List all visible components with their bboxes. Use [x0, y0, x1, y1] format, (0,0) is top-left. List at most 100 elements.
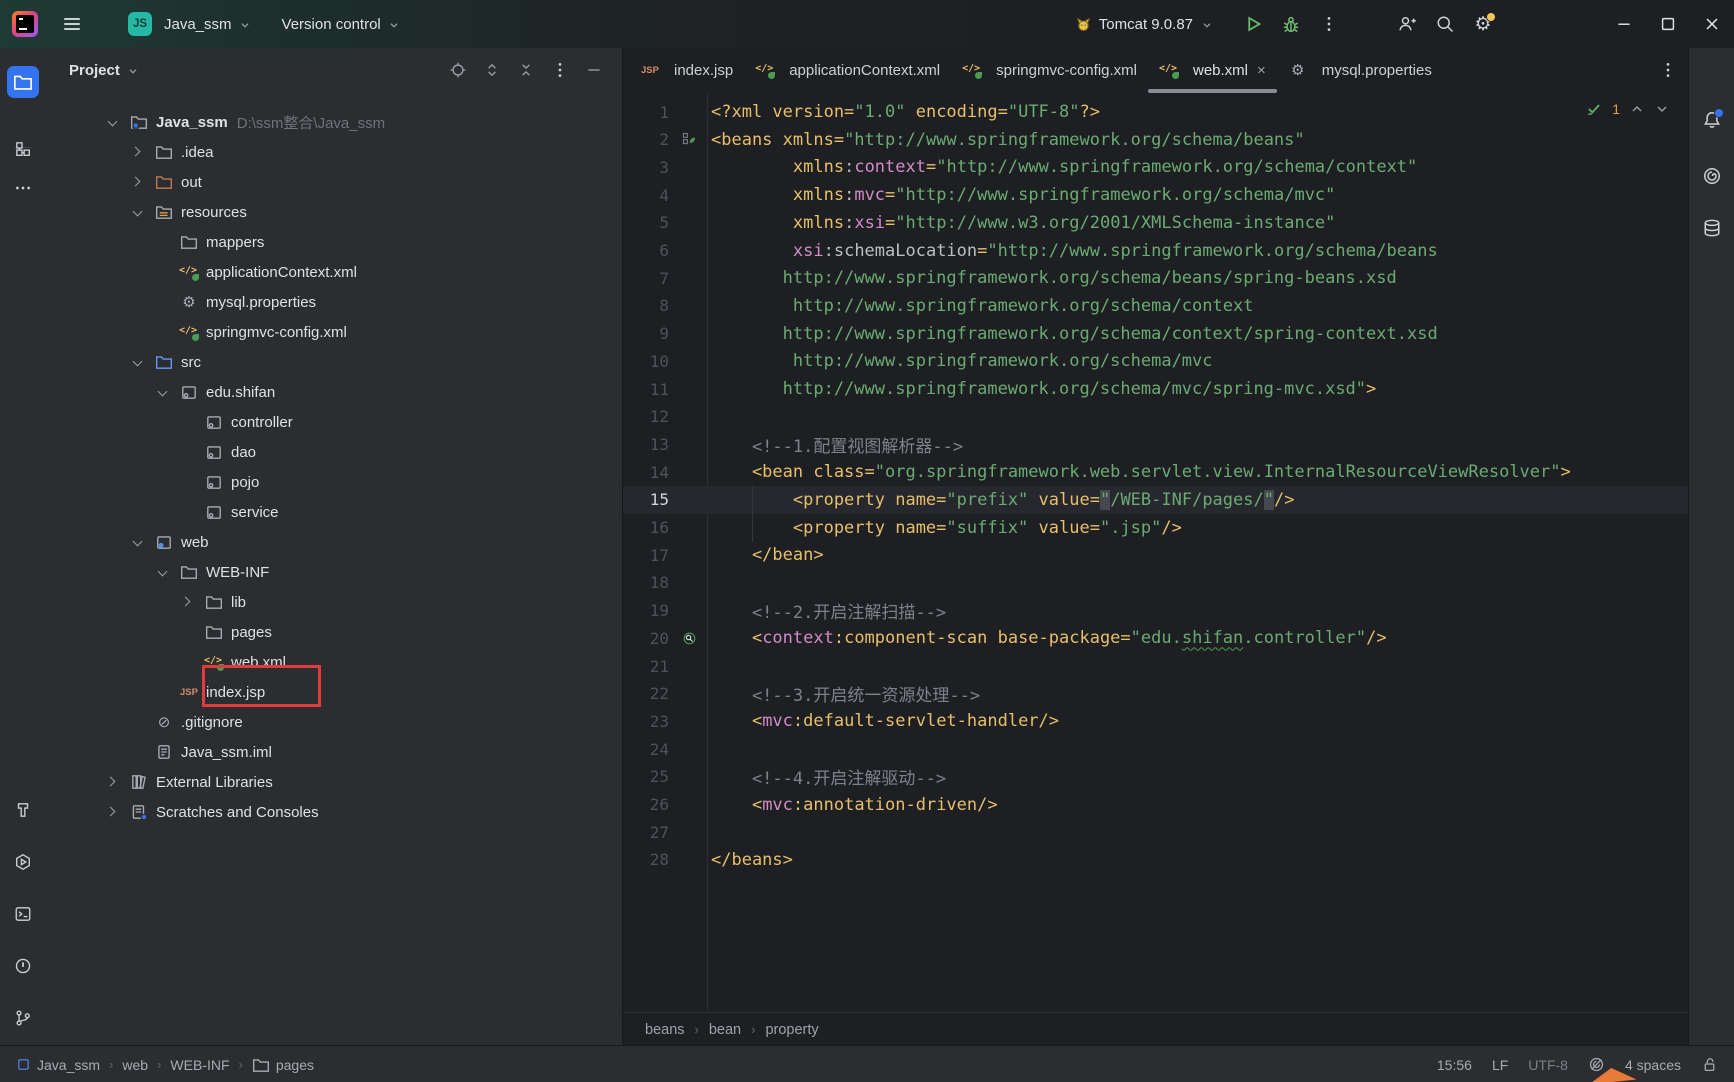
status-path-WEB-INF[interactable]: WEB-INF [170, 1057, 229, 1073]
code-line-5[interactable]: 5 xmlns:xsi="http://www.w3.org/2001/XMLS… [623, 209, 1688, 237]
tool-window-more-icon[interactable] [7, 172, 39, 204]
close-button[interactable] [1690, 0, 1734, 48]
editor-tab-mysql.properties[interactable]: ⚙mysql.properties [1277, 48, 1443, 92]
tree-item-lib[interactable]: lib [47, 587, 622, 617]
tree-item-dao[interactable]: dao [47, 437, 622, 467]
code-line-19[interactable]: 19 <!--2.开启注解扫描--> [623, 597, 1688, 625]
tool-window-services-icon[interactable] [7, 846, 39, 878]
run-icon[interactable] [1236, 7, 1270, 41]
tab-close-icon[interactable]: × [1257, 62, 1266, 79]
tree-item-pages[interactable]: pages [47, 617, 622, 647]
search-icon[interactable] [1428, 7, 1462, 41]
tree-expanded-chevron-icon[interactable] [107, 116, 119, 128]
status-path-pages[interactable]: pages [252, 1056, 314, 1074]
editor-tab-web.xml[interactable]: </> web.xml× [1148, 48, 1277, 92]
code-line-9[interactable]: 9 http://www.springframework.org/schema/… [623, 320, 1688, 348]
code-editor[interactable]: 1<?xml version="1.0" encoding="UTF-8"?> 2… [623, 92, 1688, 1012]
tree-expanded-chevron-icon[interactable] [132, 356, 144, 368]
tree-item-.gitignore[interactable]: ⊘.gitignore [47, 707, 622, 737]
tree-collapsed-chevron-icon[interactable] [107, 776, 119, 788]
tree-item-springmvc-config.xml[interactable]: </> springmvc-config.xml [47, 317, 622, 347]
code-line-11[interactable]: 11 http://www.springframework.org/schema… [623, 375, 1688, 403]
ai-assistant-icon[interactable] [1696, 160, 1728, 192]
code-line-6[interactable]: 6 xsi:schemaLocation="http://www.springf… [623, 237, 1688, 265]
notifications-icon[interactable] [1696, 104, 1728, 136]
tree-item-.idea[interactable]: .idea [47, 137, 622, 167]
tree-item-web[interactable]: web [47, 527, 622, 557]
prev-issue-icon[interactable] [1629, 101, 1645, 117]
tool-window-problems-icon[interactable] [7, 950, 39, 982]
settings-icon[interactable]: ⚙ [1466, 7, 1500, 41]
next-issue-icon[interactable] [1654, 101, 1670, 117]
tool-window-structure-icon[interactable] [7, 133, 39, 165]
database-icon[interactable] [1696, 212, 1728, 244]
tree-collapsed-chevron-icon[interactable] [132, 146, 144, 158]
debug-icon[interactable] [1274, 7, 1308, 41]
tree-item-WEB-INF[interactable]: WEB-INF [47, 557, 622, 587]
tree-item-External-Libraries[interactable]: External Libraries [47, 767, 622, 797]
tree-item-Java_ssm[interactable]: Java_ssmD:\ssm整合\Java_ssm [47, 107, 622, 137]
tree-item-controller[interactable]: controller [47, 407, 622, 437]
code-line-26[interactable]: 26 <mvc:annotation-driven/> [623, 791, 1688, 819]
code-line-18[interactable]: 18 [623, 569, 1688, 597]
tree-expanded-chevron-icon[interactable] [157, 386, 169, 398]
tab-options-icon[interactable] [1656, 58, 1680, 82]
code-line-1[interactable]: 1<?xml version="1.0" encoding="UTF-8"?> [623, 98, 1688, 126]
code-line-27[interactable]: 27 [623, 818, 1688, 846]
tool-window-build-icon[interactable] [7, 794, 39, 826]
tree-item-edu.shifan[interactable]: edu.shifan [47, 377, 622, 407]
tree-item-service[interactable]: service [47, 497, 622, 527]
vcs-widget[interactable]: Version control [274, 10, 409, 39]
project-widget[interactable]: JS Java_ssm [100, 6, 260, 42]
tree-item-resources[interactable]: resources [47, 197, 622, 227]
tree-collapsed-chevron-icon[interactable] [182, 596, 194, 608]
spring-bean-gutter-icon[interactable] [675, 132, 703, 147]
breadcrumb-bean[interactable]: bean [709, 1022, 741, 1038]
tree-item-web.xml[interactable]: </> web.xml [47, 647, 622, 677]
line-separator-widget[interactable]: LF [1492, 1057, 1508, 1073]
breadcrumb-property[interactable]: property [765, 1022, 818, 1038]
code-line-21[interactable]: 21 [623, 652, 1688, 680]
code-line-15[interactable]: 15 <property name="prefix" value="/WEB-I… [623, 486, 1688, 514]
tree-collapsed-chevron-icon[interactable] [107, 806, 119, 818]
tree-item-Java_ssm.iml[interactable]: Java_ssm.iml [47, 737, 622, 767]
tree-item-pojo[interactable]: pojo [47, 467, 622, 497]
code-line-17[interactable]: 17 </bean> [623, 541, 1688, 569]
code-line-14[interactable]: 14 <bean class="org.springframework.web.… [623, 458, 1688, 486]
lock-open-icon[interactable] [1701, 1056, 1718, 1073]
code-line-28[interactable]: 28</beans> [623, 846, 1688, 874]
tree-item-out[interactable]: out [47, 167, 622, 197]
code-line-20[interactable]: 20 <context:component-scan base-package=… [623, 624, 1688, 652]
code-line-13[interactable]: 13 <!--1.配置视图解析器--> [623, 430, 1688, 458]
inspections-widget[interactable]: 1 [1585, 100, 1670, 118]
status-path-Java_ssm[interactable]: Java_ssm [16, 1057, 100, 1073]
code-line-10[interactable]: 10 http://www.springframework.org/schema… [623, 347, 1688, 375]
tree-expanded-chevron-icon[interactable] [132, 536, 144, 548]
editor-tab-springmvc-config.xml[interactable]: </> springmvc-config.xml [951, 48, 1148, 92]
code-line-12[interactable]: 12 [623, 403, 1688, 431]
encoding-widget[interactable]: UTF-8 [1528, 1057, 1568, 1073]
tree-expanded-chevron-icon[interactable] [157, 566, 169, 578]
tool-window-terminal-icon[interactable] [7, 898, 39, 930]
code-line-3[interactable]: 3 xmlns:context="http://www.springframew… [623, 153, 1688, 181]
code-line-16[interactable]: 16 <property name="suffix" value=".jsp"/… [623, 514, 1688, 542]
tree-item-index.jsp[interactable]: JSPindex.jsp [47, 677, 622, 707]
status-path[interactable]: Java_ssm›web›WEB-INF›pages [16, 1056, 314, 1074]
code-line-24[interactable]: 24 [623, 735, 1688, 763]
status-path-web[interactable]: web [122, 1057, 148, 1073]
spring-scan-gutter-icon[interactable] [675, 631, 703, 646]
code-line-8[interactable]: 8 http://www.springframework.org/schema/… [623, 292, 1688, 320]
tree-item-applicationContext.xml[interactable]: </> applicationContext.xml [47, 257, 622, 287]
code-line-4[interactable]: 4 xmlns:mvc="http://www.springframework.… [623, 181, 1688, 209]
editor-tab-index.jsp[interactable]: JSPindex.jsp [629, 48, 744, 92]
breadcrumb-beans[interactable]: beans [645, 1022, 685, 1038]
tool-window-version-control-icon[interactable] [7, 1002, 39, 1034]
main-menu-button[interactable] [56, 9, 88, 38]
tree-collapsed-chevron-icon[interactable] [132, 176, 144, 188]
more-v-icon[interactable] [1312, 7, 1346, 41]
tree-expanded-chevron-icon[interactable] [132, 206, 144, 218]
tree-item-src[interactable]: src [47, 347, 622, 377]
tool-window-project-icon[interactable] [7, 66, 39, 98]
tree-item-mappers[interactable]: mappers [47, 227, 622, 257]
code-line-22[interactable]: 22 <!--3.开启统一资源处理--> [623, 680, 1688, 708]
